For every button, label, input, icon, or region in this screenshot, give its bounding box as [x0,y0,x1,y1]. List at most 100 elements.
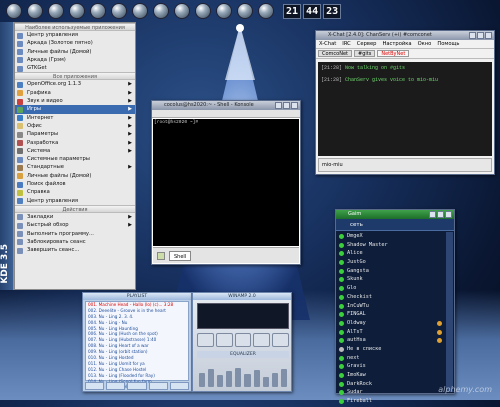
list-button[interactable] [169,382,190,390]
close-icon[interactable] [237,3,253,19]
select-button[interactable] [127,382,147,390]
eq-slider[interactable] [280,368,287,387]
buddy-item[interactable]: FINGAL [338,310,452,319]
buddy-item[interactable]: Glo [338,284,452,293]
tools-icon[interactable] [216,3,232,19]
buddy-item[interactable]: InCuWTu [338,302,452,311]
next-button[interactable] [272,333,289,347]
buddy-item[interactable]: Skunk [338,275,452,284]
new-tab-icon[interactable] [157,251,165,260]
minimize-button[interactable] [429,211,436,218]
shield-icon[interactable] [195,3,211,19]
eq-slider[interactable] [244,374,251,387]
menu-item[interactable]: Игры ▶ [15,105,135,114]
pause-button[interactable] [234,333,252,347]
maximize-button[interactable] [477,32,484,39]
buddy-item[interactable]: AlTsT [338,328,452,337]
network-icon[interactable] [174,3,190,19]
buddy-item[interactable]: autHsa [338,336,452,345]
menu-item[interactable]: Разработка ▶ [15,139,135,147]
konsole-titlebar[interactable]: cocolus@hs2020:~ - Shell - Konsole [152,101,300,110]
buddy-item[interactable]: Sudar [338,388,452,397]
xchat-menu-item[interactable]: Окно [418,40,432,48]
buddy-titlebar[interactable]: Gaim [336,210,454,219]
minimize-button[interactable] [275,102,282,109]
xchat-menu-item[interactable]: Настройка [382,40,411,48]
buddy-item[interactable]: Oldway [338,319,452,328]
menu-item[interactable]: Аркада (Грэм) [15,56,135,64]
buddy-item[interactable]: next [338,354,452,363]
menu-item[interactable]: Заблокировать сеанс [15,238,135,246]
tab-channel[interactable]: #gits [354,50,376,57]
xchat-menu-item[interactable]: Помощь [437,40,459,48]
eq-slider[interactable] [208,368,215,387]
xchat-menu-item[interactable]: IRC [342,40,351,48]
eq-slider[interactable] [199,372,206,387]
maximize-button[interactable] [283,102,290,109]
eq-slider[interactable] [217,375,224,387]
tab-shell[interactable]: Shell [169,250,192,261]
scrollbar[interactable] [446,232,453,392]
buddy-item[interactable]: Alice [338,249,452,258]
xchat-titlebar[interactable]: X-Chat [2.4.0]: ChanServ (+i) #comconet [316,31,494,40]
eq-slider[interactable] [235,367,242,387]
stop-button[interactable] [253,333,271,347]
buddy-item[interactable]: Checkist [338,293,452,302]
close-button[interactable] [291,102,298,109]
menu-item[interactable]: Справка [15,188,135,196]
menu-item[interactable]: Закладки ▶ [15,213,135,221]
menu-item[interactable]: Завершить сеанс... [15,246,135,254]
buddy-item[interactable]: Shadow Master [338,241,452,250]
menu-item[interactable]: OpenOffice.org 1.1.3 ▶ [15,80,135,88]
playlist[interactable]: 001. Machine Head - Hallo (lo) (c)... 3:… [85,301,189,389]
menu-item[interactable]: Выполнить программу... [15,230,135,238]
chat-log[interactable]: [21:28] Now talking on #gits [21:28] Chan… [318,62,492,156]
media-icon[interactable] [90,3,106,19]
menu-item[interactable]: Аркада (Золотое пятно) [15,39,135,47]
add-button[interactable] [85,382,105,390]
kicker-panel[interactable]: KDE 3.5 [0,22,14,290]
menu-item[interactable]: GTKGet [15,64,135,72]
terminal-icon[interactable] [48,3,64,19]
nick-label[interactable]: mio-miu [318,158,492,172]
eq-slider[interactable] [253,370,260,387]
menu-item[interactable]: Стандартные ▶ [15,163,135,171]
menu-item[interactable]: Система ▶ [15,147,135,155]
buddy-item[interactable]: Gangsta [338,267,452,276]
eq-slider[interactable] [262,376,269,387]
menu-item[interactable]: Системные параметры [15,155,135,163]
buddy-item[interactable]: DmgeX [338,232,452,241]
chat-icon[interactable] [111,3,127,19]
menu-item[interactable]: Интернет ▶ [15,114,135,122]
close-button[interactable] [445,211,452,218]
terminal-output[interactable]: [root@hs2020 ~]# [153,119,299,246]
mail-icon[interactable] [153,3,169,19]
eq-slider[interactable] [226,371,233,387]
menu-item[interactable]: Центр управления [15,197,135,205]
settings-icon[interactable] [132,3,148,19]
menu-item[interactable]: Центр управления [15,31,135,39]
play-button[interactable] [215,333,233,347]
menu-item[interactable]: Личные файлы (Домой) [15,172,135,180]
misc-button[interactable] [148,382,168,390]
xchat-menu-item[interactable]: Сервер [357,40,377,48]
minimize-button[interactable] [469,32,476,39]
tab-channel[interactable]: NetByNet [377,50,410,57]
remove-button[interactable] [106,382,126,390]
menu-item[interactable]: Быстрый обзор ▶ [15,221,135,229]
buddy-item[interactable]: Не в списке [338,345,452,354]
menu-item[interactable]: Поиск файлов [15,180,135,188]
buddy-group-header[interactable]: сеть [336,219,454,231]
buddy-item[interactable]: JustGo [338,258,452,267]
menu-item[interactable]: Звук и видео ▶ [15,97,135,105]
buddy-item[interactable]: Fireball [338,397,452,406]
xchat-menu-item[interactable]: X-Chat [319,40,336,48]
konsole-menubar[interactable] [152,110,300,118]
browser-icon[interactable] [69,3,85,19]
prev-button[interactable] [197,333,214,347]
buddy-item[interactable]: DarkRock [338,380,452,389]
menu-item[interactable]: Офис ▶ [15,122,135,130]
eq-slider[interactable] [271,372,278,387]
close-button[interactable] [485,32,492,39]
menu-item[interactable]: Личные файлы (Домой) [15,48,135,56]
